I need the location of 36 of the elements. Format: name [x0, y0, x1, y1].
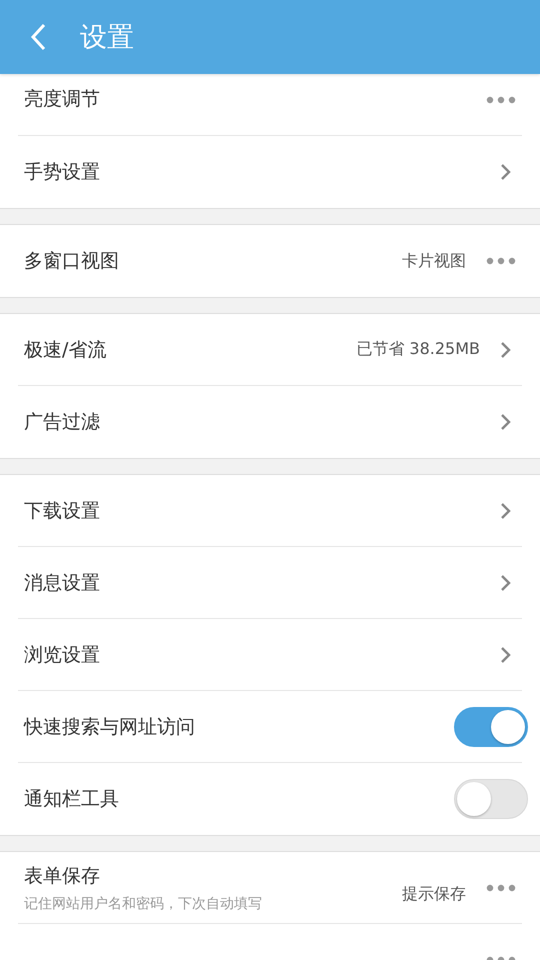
- page-title: 设置: [80, 21, 134, 55]
- setting-label: 下载设置: [24, 498, 101, 524]
- chevron-icon: [500, 502, 512, 520]
- setting-label: 通知栏工具: [24, 787, 120, 812]
- chevron-icon: [500, 413, 512, 431]
- setting-label: 极速/省流: [24, 338, 108, 362]
- chevron-icon: [500, 163, 512, 181]
- toggle-switch[interactable]: [454, 706, 528, 746]
- settings-row[interactable]: 消息设置: [18, 547, 522, 619]
- setting-label: 多窗口视图: [24, 249, 120, 274]
- chevron-icon: [500, 646, 512, 664]
- setting-label: 手势设置: [24, 160, 101, 185]
- chevron-icon: [500, 340, 512, 358]
- settings-row[interactable]: 极速/省流 已节省 38.25MB: [18, 314, 522, 386]
- settings-row[interactable]: 快速搜索与网址访问: [18, 691, 522, 763]
- setting-value: 提示保存: [402, 884, 466, 905]
- more-icon: [486, 257, 516, 265]
- setting-label: 浏览设置: [24, 642, 101, 668]
- settings-row[interactable]: 通知栏工具: [18, 763, 522, 835]
- setting-label: 亮度调节: [24, 87, 101, 112]
- settings-row[interactable]: 手势设置: [18, 136, 522, 208]
- more-icon: [486, 96, 516, 104]
- setting-value: 卡片视图: [402, 250, 466, 272]
- setting-label: 表单保存: [24, 864, 101, 888]
- setting-description: 记住网站用户名和密码，下次自动填写: [24, 894, 263, 912]
- setting-label: 快速搜索与网址访问: [24, 714, 196, 740]
- settings-row[interactable]: 浏览设置: [18, 619, 522, 691]
- settings-row[interactable]: 亮度调节: [18, 74, 522, 136]
- setting-value: 已节省 38.25MB: [356, 339, 480, 360]
- setting-label: 消息设置: [24, 570, 101, 596]
- back-icon: [30, 23, 46, 51]
- settings-row[interactable]: 下载设置: [18, 475, 522, 547]
- setting-label: 广告过滤: [24, 410, 101, 435]
- chevron-icon: [500, 574, 512, 592]
- settings-row[interactable]: 广告过滤: [18, 386, 522, 458]
- more-icon: [486, 884, 516, 892]
